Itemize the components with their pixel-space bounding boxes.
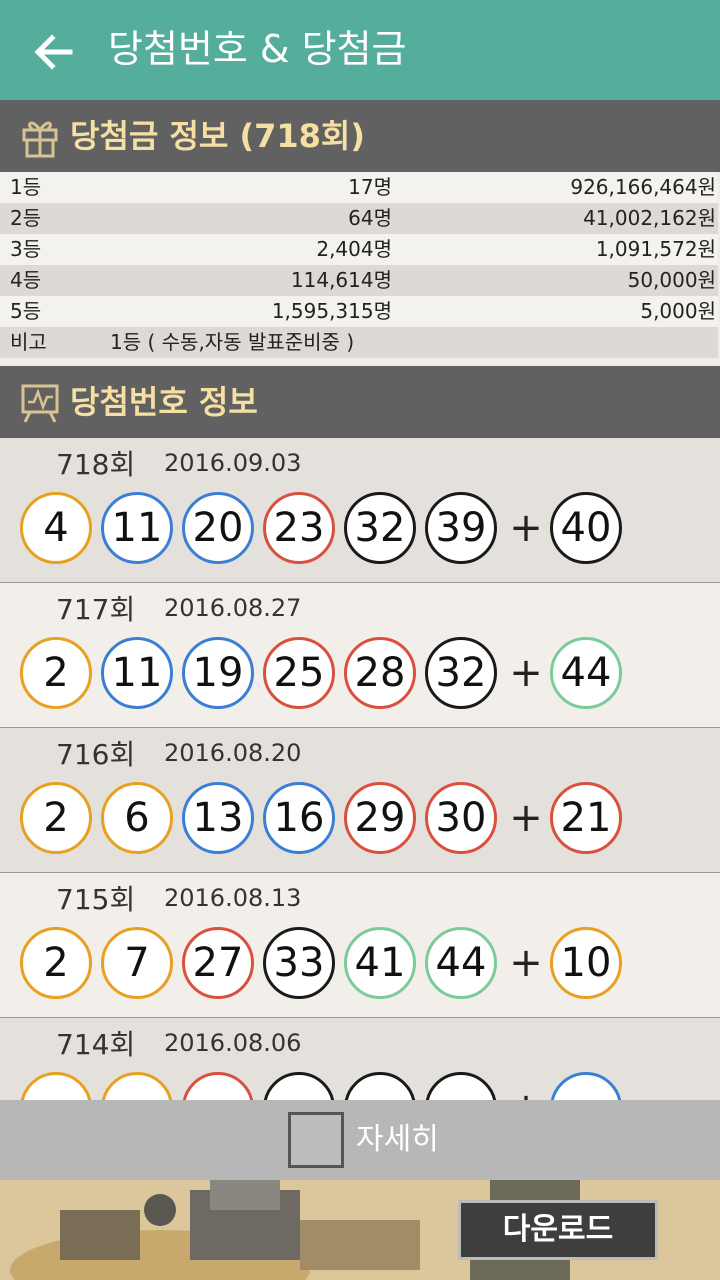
lotto-ball: 6 [101, 782, 173, 854]
note-label: 비고 [10, 330, 47, 354]
prize-amount: 41,002,162원 [583, 206, 716, 230]
draw-item[interactable]: 715회 2016.08.13 2 7 27 33 41 44 +10 [0, 873, 720, 1018]
lotto-ball: 32 [425, 637, 497, 709]
winner-count: 64명 [348, 206, 392, 230]
numbers-section-header: 당첨번호 정보 [0, 366, 720, 438]
lotto-ball: 2 [20, 782, 92, 854]
bonus-ball: 21 [550, 782, 622, 854]
lotto-ball: 41 [344, 927, 416, 999]
lotto-ball [101, 1072, 173, 1100]
chart-board-icon [21, 384, 59, 423]
ad-banner[interactable]: 다운로드 [0, 1180, 720, 1280]
bonus-plus-sign: + [509, 505, 543, 551]
lotto-ball: 23 [263, 492, 335, 564]
draw-round: 714회 [56, 1028, 136, 1061]
prize-amount: 5,000원 [640, 299, 716, 323]
prize-amount: 1,091,572원 [595, 237, 716, 261]
bonus-ball: 40 [550, 492, 622, 564]
prize-section-title: 당첨금 정보 (718회) [70, 117, 365, 155]
prize-row: 1등 17명 926,166,464원 [0, 172, 718, 203]
lotto-ball: 16 [263, 782, 335, 854]
lotto-ball: 29 [344, 782, 416, 854]
page-title: 당첨번호 & 당첨금 [108, 27, 407, 71]
lotto-ball: 11 [101, 492, 173, 564]
lotto-ball: 33 [263, 927, 335, 999]
prize-row: 3등 2,404명 1,091,572원 [0, 234, 718, 265]
bonus-plus-sign: + [509, 940, 543, 986]
winner-count: 114,614명 [290, 268, 392, 292]
draw-item[interactable]: 718회 2016.09.03 4 11 20 23 32 39 +40 [0, 438, 720, 583]
lotto-ball [425, 1072, 497, 1100]
lotto-ball: 19 [182, 637, 254, 709]
draw-round: 715회 [56, 883, 136, 916]
winner-count: 17명 [348, 175, 392, 199]
prize-table: 1등 17명 926,166,464원 2등 64명 41,002,162원 3등 2,404… [0, 172, 720, 358]
prize-rank: 2등 [10, 206, 42, 230]
lotto-ball: 11 [101, 637, 173, 709]
draw-list[interactable]: 718회 2016.09.03 4 11 20 23 32 39 +40 717회 2016.08.… [0, 438, 720, 1100]
prize-row: 5등 1,595,315명 5,000원 [0, 296, 718, 327]
bonus-plus-sign: + [509, 795, 543, 841]
lotto-ball [20, 1072, 92, 1100]
bonus-plus-sign: + [506, 1072, 546, 1100]
prize-rank: 5등 [10, 299, 42, 323]
lotto-ball: 39 [425, 492, 497, 564]
ad-download-button[interactable]: 다운로드 [458, 1200, 658, 1260]
draw-date: 2016.08.06 [164, 1029, 302, 1057]
draw-date: 2016.08.13 [164, 884, 302, 912]
app-bar: 당첨번호 & 당첨금 [0, 0, 720, 100]
prize-amount: 50,000원 [627, 268, 716, 292]
bonus-ball: 44 [550, 637, 622, 709]
prize-amount: 926,166,464원 [570, 175, 716, 199]
bonus-ball: 10 [550, 927, 622, 999]
draw-item[interactable]: 717회 2016.08.27 2 11 19 25 28 32 +44 [0, 583, 720, 728]
draw-round: 717회 [56, 593, 136, 626]
lotto-ball: 44 [425, 927, 497, 999]
draw-round: 718회 [56, 448, 136, 481]
lotto-ball: 2 [20, 637, 92, 709]
draw-item[interactable]: 716회 2016.08.20 2 6 13 16 29 30 +21 [0, 728, 720, 873]
prize-row: 4등 114,614명 50,000원 [0, 265, 718, 296]
lotto-ball [182, 1072, 254, 1100]
lotto-ball: 27 [182, 927, 254, 999]
bonus-ball [550, 1072, 622, 1100]
details-label: 자세히 [356, 1122, 439, 1157]
draw-date: 2016.09.03 [164, 449, 302, 477]
lotto-ball: 4 [20, 492, 92, 564]
lotto-ball: 20 [182, 492, 254, 564]
prize-rank: 1등 [10, 175, 42, 199]
lotto-ball: 25 [263, 637, 335, 709]
prize-rank: 4등 [10, 268, 42, 292]
lotto-ball: 2 [20, 927, 92, 999]
draw-round: 716회 [56, 738, 136, 771]
lotto-ball: 30 [425, 782, 497, 854]
numbers-section-title: 당첨번호 정보 [70, 383, 258, 421]
lotto-ball [344, 1072, 416, 1100]
back-arrow-icon[interactable] [32, 30, 76, 74]
prize-section-header: 당첨금 정보 (718회) [0, 100, 720, 172]
bonus-plus-sign: + [509, 650, 543, 696]
details-checkbox[interactable] [288, 1112, 344, 1168]
gift-icon [22, 121, 58, 158]
lotto-ball: 32 [344, 492, 416, 564]
prize-rank: 3등 [10, 237, 42, 261]
lotto-ball: 28 [344, 637, 416, 709]
draw-date: 2016.08.27 [164, 594, 302, 622]
prize-row: 2등 64명 41,002,162원 [0, 203, 718, 234]
prize-note-row: 비고 1등 ( 수동,자동 발표준비중 ) [0, 327, 718, 358]
draw-item[interactable]: 714회 2016.08.06 + [0, 1018, 720, 1100]
winner-count: 1,595,315명 [271, 299, 392, 323]
details-toggle[interactable]: 자세히 [0, 1100, 720, 1180]
note-text: 1등 ( 수동,자동 발표준비중 ) [110, 330, 355, 354]
winner-count: 2,404명 [316, 237, 392, 261]
lotto-ball: 13 [182, 782, 254, 854]
lotto-ball [263, 1072, 335, 1100]
lotto-ball: 7 [101, 927, 173, 999]
draw-date: 2016.08.20 [164, 739, 302, 767]
